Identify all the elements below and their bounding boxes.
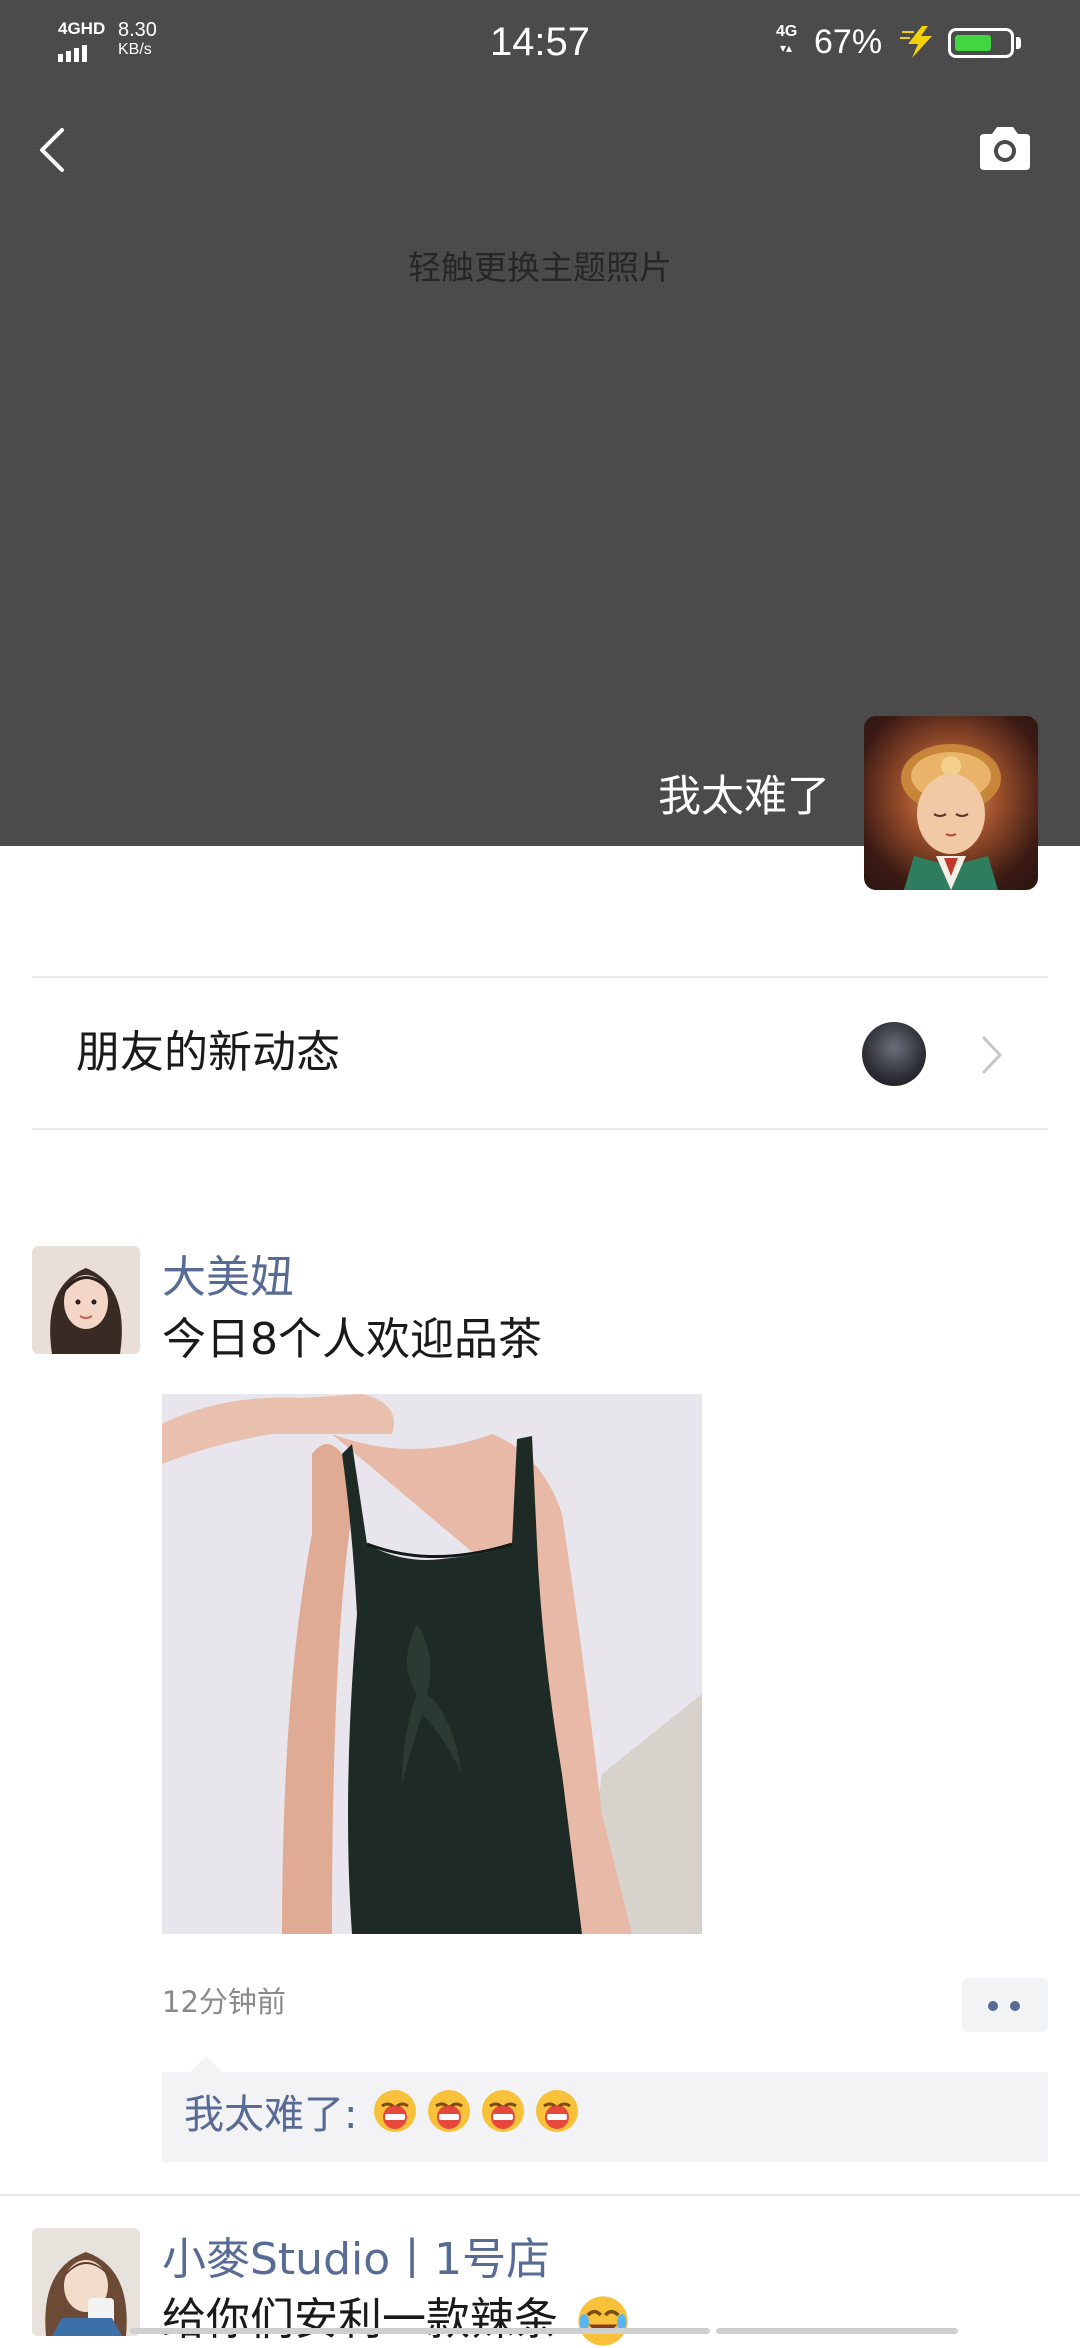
post-divider xyxy=(0,2194,1080,2196)
post-author-avatar[interactable] xyxy=(32,2228,140,2336)
divider-bottom xyxy=(32,1128,1048,1130)
dot xyxy=(1010,2001,1020,2011)
chevron-right-icon xyxy=(982,1036,1002,1074)
battery-percent: 67% xyxy=(814,23,883,61)
post-author-avatar[interactable] xyxy=(32,1246,140,1354)
grimace-emoji xyxy=(536,2090,578,2132)
comment-author[interactable]: 我太难了: xyxy=(184,2086,357,2144)
comment-box: 我太难了: xyxy=(162,2072,1048,2162)
post-text: 今日8个人欢迎品茶 xyxy=(162,1314,542,1365)
image-strip-hint xyxy=(130,2328,710,2334)
post-author-name[interactable]: 大美妞 xyxy=(162,1250,294,1306)
avatar-photo xyxy=(32,1246,140,1354)
friends-updates-label: 朋友的新动态 xyxy=(76,1027,340,1078)
post-timestamp: 12分钟前 xyxy=(162,1985,286,2019)
battery-tip xyxy=(1016,37,1021,49)
status-bar: 4GHD 8.30 KB/s 14:57 4G ▾▴ 67% xyxy=(0,0,1080,84)
charging-bolt-icon xyxy=(900,26,932,58)
battery-fill xyxy=(955,35,991,51)
image-strip-hint xyxy=(716,2328,958,2334)
post-author-name[interactable]: 小麥Studio丨1号店 xyxy=(162,2232,550,2288)
friends-updates-row[interactable]: 朋友的新动态 xyxy=(32,978,1048,1128)
chevron-left-icon[interactable] xyxy=(30,120,80,180)
dot xyxy=(988,2001,998,2011)
grimace-emoji xyxy=(428,2090,470,2132)
grimace-emoji xyxy=(482,2090,524,2132)
camera-icon[interactable] xyxy=(976,124,1034,174)
dress-photo xyxy=(162,1394,702,1934)
friend-avatar xyxy=(862,1022,926,1086)
data-arrows-icon: ▾▴ xyxy=(780,41,793,55)
grimace-emoji xyxy=(374,2090,416,2132)
comment-emojis xyxy=(372,2088,588,2134)
battery-icon xyxy=(948,28,1014,58)
avatar-illustration xyxy=(901,744,1001,890)
post-image[interactable] xyxy=(162,1394,702,1934)
mobile-data-label: 4G xyxy=(776,23,798,40)
cover-hint[interactable]: 轻触更换主题照片 xyxy=(0,246,1080,290)
more-dots-icon[interactable] xyxy=(962,1978,1048,2032)
comment-caret xyxy=(190,2056,222,2072)
profile-name[interactable]: 我太难了 xyxy=(658,770,830,824)
profile-avatar[interactable] xyxy=(864,716,1038,890)
avatar-photo xyxy=(32,2228,140,2336)
